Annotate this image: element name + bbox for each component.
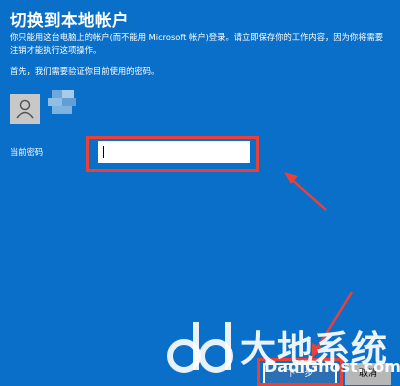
watermark-url: DadiGhost.com	[264, 357, 400, 376]
dadi-logo-icon	[167, 322, 233, 373]
switch-to-local-account-dialog: 切换到本地帐户 你只能用这台电脑上的帐户(而不能用 Microsoft 帐户)登…	[0, 0, 400, 386]
